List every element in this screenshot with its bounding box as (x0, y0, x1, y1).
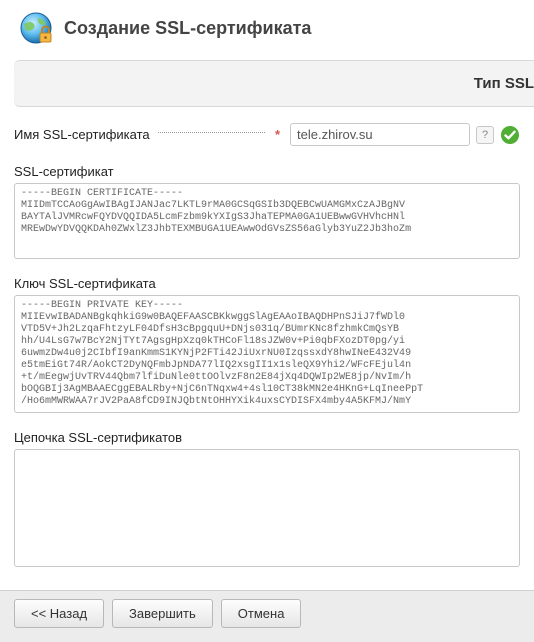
page-title: Создание SSL-сертификата (64, 18, 311, 39)
help-icon[interactable]: ? (476, 126, 494, 144)
cert-textarea[interactable] (14, 183, 520, 259)
cancel-button[interactable]: Отмена (221, 599, 302, 628)
type-section-header: Тип SSL (14, 60, 534, 107)
cert-name-row: Имя SSL-сертификата * ? (0, 107, 534, 150)
back-button[interactable]: << Назад (14, 599, 104, 628)
check-circle-icon (500, 125, 520, 145)
dotted-leader (158, 132, 265, 133)
key-textarea[interactable] (14, 295, 520, 413)
cert-name-label: Имя SSL-сертификата (14, 127, 150, 142)
cert-name-input[interactable] (290, 123, 470, 146)
cert-label: SSL-сертификат (0, 150, 534, 183)
required-asterisk: * (275, 127, 280, 142)
chain-textarea[interactable] (14, 449, 520, 567)
key-label: Ключ SSL-сертификата (0, 262, 534, 295)
header: Создание SSL-сертификата (0, 0, 534, 54)
finish-button[interactable]: Завершить (112, 599, 213, 628)
chain-label: Цепочка SSL-сертификатов (0, 416, 534, 449)
globe-lock-icon (18, 10, 54, 46)
footer-bar: << Назад Завершить Отмена (0, 590, 534, 642)
